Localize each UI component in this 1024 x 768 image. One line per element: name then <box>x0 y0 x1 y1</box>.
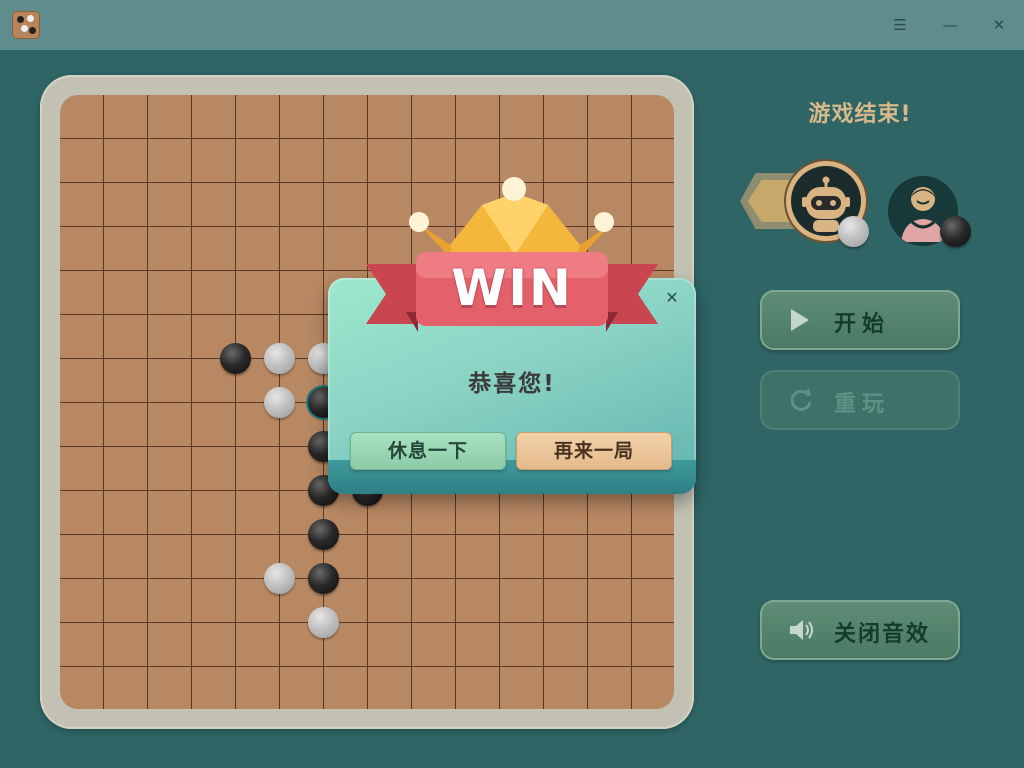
user-stone-badge <box>940 216 971 247</box>
black-stone <box>219 342 251 374</box>
title-bar: ☰ — ✕ <box>0 0 1024 50</box>
speaker-icon <box>788 617 816 649</box>
white-stone <box>263 386 295 418</box>
replay-button[interactable]: 重玩 <box>760 370 960 430</box>
play-again-button[interactable]: 再来一局 <box>516 432 672 470</box>
white-stone <box>263 342 295 374</box>
robot-stone-badge <box>838 216 869 247</box>
congrats-message: 恭喜您! <box>468 371 556 397</box>
dialog-close-icon[interactable]: ✕ <box>662 288 682 308</box>
app-logo-icon <box>12 11 40 39</box>
black-stone <box>307 562 339 594</box>
white-stone <box>263 562 295 594</box>
game-status: 游戏结束! <box>808 102 912 127</box>
close-button[interactable]: ✕ <box>986 12 1012 38</box>
black-stone <box>307 518 339 550</box>
white-stone <box>307 606 339 638</box>
rest-button[interactable]: 休息一下 <box>350 432 506 470</box>
win-banner-text: WIN <box>451 259 573 317</box>
menu-icon[interactable]: ☰ <box>887 12 913 38</box>
refresh-icon <box>788 387 814 419</box>
mute-sound-label: 关闭音效 <box>834 622 931 647</box>
minimize-button[interactable]: — <box>937 12 963 38</box>
mute-sound-button[interactable]: 关闭音效 <box>760 600 960 660</box>
start-label: 开始 <box>834 312 891 337</box>
start-button[interactable]: 开始 <box>760 290 960 350</box>
replay-label: 重玩 <box>834 392 891 417</box>
play-icon <box>788 307 812 339</box>
